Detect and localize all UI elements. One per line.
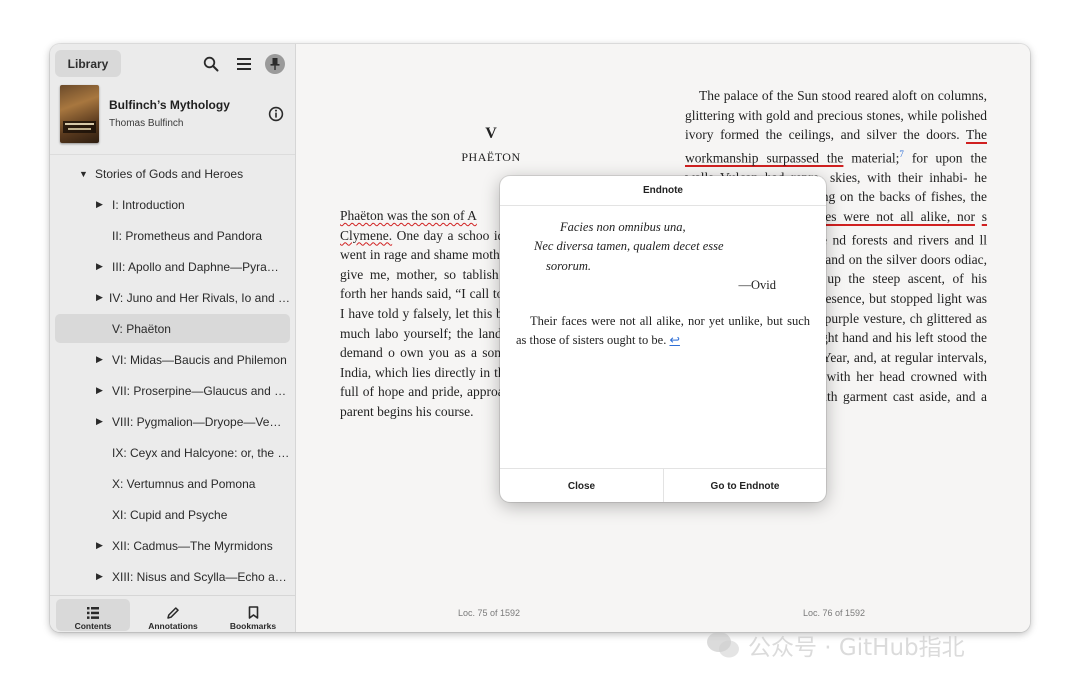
tab-contents[interactable]: Contents bbox=[56, 599, 130, 631]
reader-window: Library Bulfinch’s Mythology Thomas Bulf… bbox=[50, 44, 1030, 632]
chevron-right-icon[interactable]: ▶ bbox=[96, 199, 112, 210]
chapter-number: V bbox=[485, 125, 497, 142]
endnote-text: Their faces were not all alike, nor yet … bbox=[516, 313, 810, 348]
toc-item-label: II: Prometheus and Pandora bbox=[112, 228, 263, 243]
chevron-down-icon[interactable]: ▼ bbox=[79, 169, 95, 179]
close-button[interactable]: Close bbox=[500, 469, 664, 502]
book-cover[interactable] bbox=[60, 85, 99, 143]
verse-line: Facies non omnibus una, bbox=[560, 220, 686, 234]
bookmark-icon bbox=[248, 606, 258, 619]
back-link[interactable]: ↩ bbox=[669, 333, 679, 347]
search-icon[interactable] bbox=[200, 53, 222, 75]
toc-item[interactable]: V: Phaëton bbox=[55, 314, 290, 343]
toc-item-label: Stories of Gods and Heroes bbox=[95, 166, 244, 181]
pin-icon[interactable] bbox=[264, 53, 286, 75]
chapter-title: PHAËTON bbox=[461, 150, 521, 164]
paragraph-text: material; bbox=[843, 150, 900, 166]
chevron-right-icon[interactable]: ▶ bbox=[96, 571, 112, 582]
toc-item-label: I: Introduction bbox=[112, 197, 185, 212]
toc-item[interactable]: ▶ VII: Proserpine—Glaucus and … bbox=[50, 376, 290, 405]
toc-item-label: VIII: Pygmalion—Dryope—Ve… bbox=[112, 414, 282, 429]
sidebar-header: Library bbox=[50, 44, 295, 84]
spelling-underline[interactable]: Clymene. bbox=[340, 228, 392, 243]
book-info: Bulfinch’s Mythology Thomas Bulfinch bbox=[50, 84, 295, 155]
chevron-right-icon[interactable]: ▶ bbox=[96, 261, 112, 272]
toc-item-label: XII: Cadmus—The Myrmidons bbox=[112, 538, 273, 553]
toc-item[interactable]: ▶ IV: Juno and Her Rivals, Io and … bbox=[50, 283, 290, 312]
watermark-text: 公众号 · GitHub指北 bbox=[748, 635, 965, 661]
endnote-body: Facies non omnibus una, Nec diversa tame… bbox=[516, 218, 810, 350]
wechat-logo-icon bbox=[707, 632, 739, 658]
toc-item-label: X: Vertumnus and Pomona bbox=[112, 476, 256, 491]
verse-line: Nec diversa tamen, qualem decet esse bbox=[534, 239, 724, 254]
spelling-underline[interactable]: Phaëton was the son of A bbox=[340, 208, 477, 223]
verse-line: sororum. bbox=[546, 258, 592, 273]
toc-item[interactable]: X: Vertumnus and Pomona bbox=[50, 469, 290, 498]
tab-contents-label: Contents bbox=[74, 621, 112, 631]
menu-icon[interactable] bbox=[233, 53, 255, 75]
toc-item[interactable]: IX: Ceyx and Halcyone: or, the … bbox=[50, 438, 290, 467]
chevron-right-icon[interactable]: ▶ bbox=[96, 416, 112, 427]
toc-item[interactable]: II: Prometheus and Pandora bbox=[50, 221, 290, 250]
chevron-right-icon[interactable]: ▶ bbox=[96, 540, 112, 551]
book-author: Thomas Bulfinch bbox=[109, 118, 184, 129]
watermark: 公众号 · GitHub指北 bbox=[706, 628, 1046, 662]
toc-item[interactable]: ▶ XII: Cadmus—The Myrmidons bbox=[50, 531, 290, 560]
toc-item[interactable]: ▶ XIII: Nisus and Scylla—Echo a… bbox=[50, 562, 290, 591]
toc-item-label: XI: Cupid and Psyche bbox=[112, 507, 228, 522]
tab-annotations-label: Annotations bbox=[148, 621, 198, 631]
location-right: Loc. 76 of 1592 bbox=[803, 608, 866, 618]
toc-item-label: VI: Midas—Baucis and Philemon bbox=[112, 352, 287, 367]
dialog-title: Endnote bbox=[500, 176, 826, 206]
tab-bookmarks-label: Bookmarks bbox=[229, 621, 277, 631]
toc-item-label: IX: Ceyx and Halcyone: or, the … bbox=[112, 445, 290, 460]
toc-item[interactable]: ▼ Stories of Gods and Heroes bbox=[50, 159, 290, 188]
list-icon bbox=[87, 607, 99, 619]
paragraph-text: The palace of the Sun stood reared aloft… bbox=[685, 88, 987, 143]
toc-item[interactable]: ▶ III: Apollo and Daphne—Pyra… bbox=[50, 252, 290, 281]
chevron-right-icon[interactable]: ▶ bbox=[96, 292, 109, 303]
location-left: Loc. 75 of 1592 bbox=[458, 608, 521, 618]
attribution: —Ovid bbox=[738, 278, 777, 293]
toc-item[interactable]: XI: Cupid and Psyche bbox=[50, 500, 290, 529]
toc-item-label: V: Phaëton bbox=[112, 321, 171, 336]
table-of-contents: ▼ Stories of Gods and Heroes ▶ I: Introduct… bbox=[50, 159, 295, 595]
library-button[interactable]: Library bbox=[55, 50, 121, 77]
tab-annotations[interactable]: Annotations bbox=[136, 599, 210, 631]
book-title: Bulfinch’s Mythology bbox=[109, 98, 230, 112]
toc-item[interactable]: ▶ VI: Midas—Baucis and Philemon bbox=[50, 345, 290, 374]
toc-item-label: VII: Proserpine—Glaucus and … bbox=[112, 383, 287, 398]
info-icon[interactable] bbox=[268, 106, 284, 122]
sidebar-tabs: Contents Annotations Bookmarks bbox=[50, 595, 295, 632]
endnote-dialog: Endnote Facies non omnibus una, Nec dive… bbox=[500, 176, 826, 502]
chevron-right-icon[interactable]: ▶ bbox=[96, 385, 112, 396]
tab-bookmarks[interactable]: Bookmarks bbox=[216, 599, 290, 631]
sidebar: Library Bulfinch’s Mythology Thomas Bulf… bbox=[50, 44, 296, 632]
pencil-icon bbox=[167, 607, 179, 619]
toc-item[interactable]: ▶ VIII: Pygmalion—Dryope—Ve… bbox=[50, 407, 290, 436]
toc-item[interactable]: ▶ I: Introduction bbox=[50, 190, 290, 219]
dialog-footer: Close Go to Endnote bbox=[500, 468, 826, 502]
toc-item-label: III: Apollo and Daphne—Pyra… bbox=[112, 259, 279, 274]
highlight-underline[interactable]: aces were not all alike, nor bbox=[813, 209, 975, 224]
toc-item-label: XIII: Nisus and Scylla—Echo a… bbox=[112, 569, 287, 584]
chevron-right-icon[interactable]: ▶ bbox=[96, 354, 112, 365]
go-to-endnote-button[interactable]: Go to Endnote bbox=[664, 469, 826, 502]
toc-item-label: IV: Juno and Her Rivals, Io and … bbox=[109, 290, 290, 305]
